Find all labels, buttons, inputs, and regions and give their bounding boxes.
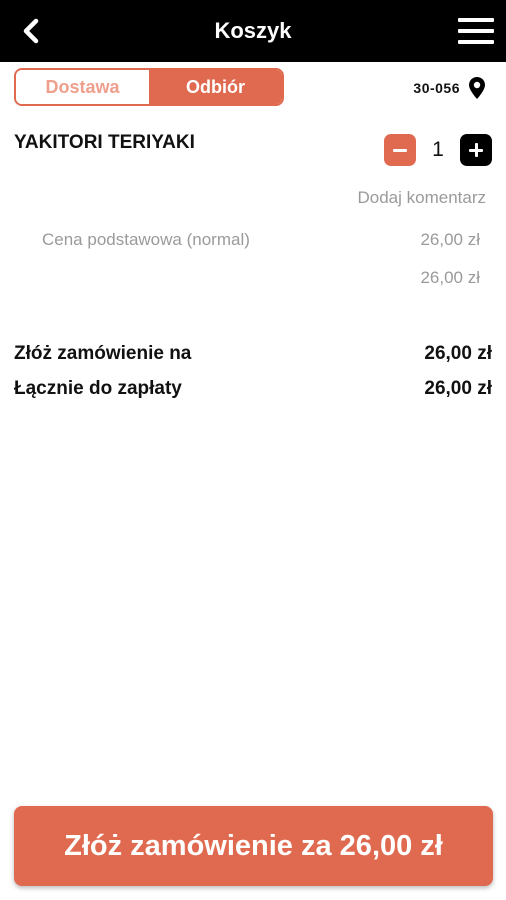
postcode-selector[interactable]: 30-056 bbox=[413, 74, 486, 102]
map-pin-icon bbox=[469, 77, 485, 99]
item-line-total: 26,00 zł bbox=[420, 268, 480, 287]
order-amount-value: 26,00 zł bbox=[424, 343, 492, 364]
add-comment-link[interactable]: Dodaj komentarz bbox=[357, 188, 486, 208]
toggle-option-pickup[interactable]: Odbiór bbox=[149, 70, 282, 104]
postcode-text: 30-056 bbox=[413, 80, 460, 96]
quantity-decrease-button[interactable] bbox=[384, 134, 416, 166]
page-title: Koszyk bbox=[214, 18, 292, 43]
toggle-option-delivery[interactable]: Dostawa bbox=[16, 70, 149, 104]
delivery-mode-toggle: Dostawa Odbiór bbox=[14, 68, 284, 106]
quantity-increase-button[interactable] bbox=[460, 134, 492, 166]
back-button[interactable] bbox=[14, 14, 48, 48]
top-bar: Koszyk bbox=[0, 0, 506, 62]
quantity-value: 1 bbox=[432, 138, 444, 161]
base-price-value: 26,00 zł bbox=[420, 230, 480, 249]
minus-icon bbox=[393, 148, 407, 152]
order-amount-label: Złóż zamówienie na bbox=[14, 343, 192, 364]
base-price-label: Cena podstawowa (normal) bbox=[42, 230, 250, 249]
cart-item-name: YAKITORI TERIYAKI bbox=[14, 132, 195, 153]
place-order-button[interactable]: Złóż zamówienie za 26,00 zł bbox=[14, 806, 493, 886]
total-due-label: Łącznie do zapłaty bbox=[14, 378, 182, 399]
menu-button[interactable] bbox=[456, 14, 496, 48]
total-due-value: 26,00 zł bbox=[424, 378, 492, 399]
chevron-left-icon bbox=[23, 18, 39, 44]
